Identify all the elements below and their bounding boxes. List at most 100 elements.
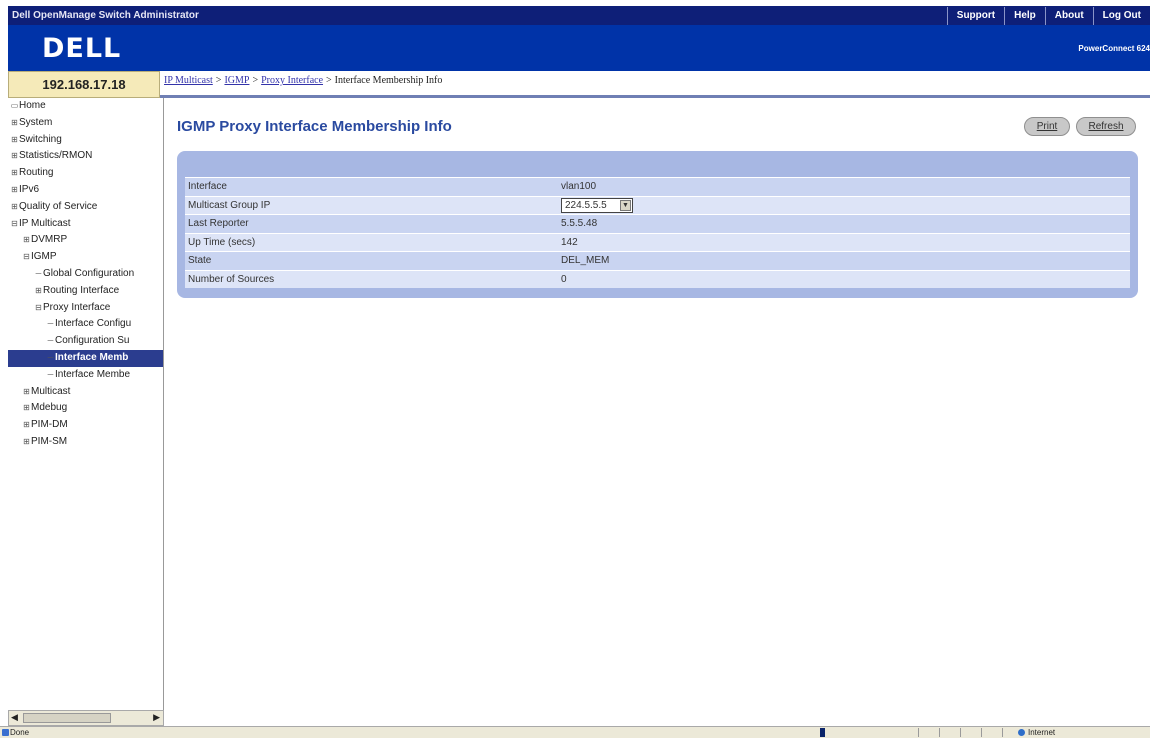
sidebar-item-label: DVMRP	[31, 234, 68, 246]
table-row-up-time: Up Time (secs) 142	[185, 232, 1130, 251]
status-cells	[918, 728, 1023, 737]
interface-value: vlan100	[561, 181, 597, 192]
last-reporter-label: Last Reporter	[188, 218, 249, 229]
expand-toggle-icon[interactable]: ⊞	[10, 165, 19, 182]
navigation-tree: ▭Home ⊞System ⊞Switching ⊞Statistics/RMON ⊞R…	[8, 98, 164, 726]
sidebar-item-proxy-interface[interactable]: ⊟Proxy Interface	[8, 300, 163, 317]
expand-toggle-icon[interactable]: ⊞	[10, 148, 19, 165]
sidebar-item-global-configuration[interactable]: ─ Global Configuration	[8, 266, 163, 283]
tree-line-icon: ─	[47, 336, 54, 346]
tree-line-icon: ─	[35, 268, 42, 278]
dell-logo: DELL	[42, 33, 122, 64]
breadcrumb-igmp[interactable]: IGMP	[224, 75, 249, 86]
tree-line-icon: ─	[47, 369, 54, 379]
scroll-thumb[interactable]	[23, 713, 111, 723]
number-of-sources-value: 0	[561, 273, 567, 285]
multicast-group-ip-label: Multicast Group IP	[188, 199, 271, 211]
sidebar-horizontal-scrollbar[interactable]: ◀ ▶	[8, 710, 164, 726]
expand-toggle-icon[interactable]: ▭	[10, 98, 19, 115]
tree-line-icon: ─	[47, 352, 54, 362]
sidebar-item-mdebug[interactable]: ⊞Mdebug	[8, 400, 163, 417]
sidebar-item-statistics-rmon[interactable]: ⊞Statistics/RMON	[8, 148, 163, 165]
sidebar-item-pim-sm[interactable]: ⊞PIM-SM	[8, 434, 163, 451]
sidebar-item-label: IP Multicast	[19, 217, 71, 229]
multicast-group-ip-select-wrap: 224.5.5.5 ▼	[561, 197, 633, 216]
expand-toggle-icon[interactable]: ⊟	[22, 249, 31, 266]
expand-toggle-icon[interactable]: ⊟	[34, 300, 43, 317]
sidebar-item-igmp[interactable]: ⊟IGMP	[8, 249, 163, 266]
sidebar-item-label: Interface Membe	[55, 368, 131, 380]
table-row-state: State DEL_MEM	[185, 251, 1130, 270]
sidebar-item-label: Switching	[19, 133, 62, 145]
sidebar-item-label: PIM-DM	[31, 419, 68, 431]
dell-banner: DELL PowerConnect 624	[8, 25, 1150, 71]
interface-label: Interface	[188, 181, 227, 192]
breadcrumb-proxy-interface[interactable]: Proxy Interface	[261, 75, 323, 86]
multicast-group-ip-select[interactable]: 224.5.5.5 ▼	[561, 197, 633, 213]
sidebar-item-ip-multicast[interactable]: ⊟IP Multicast	[8, 216, 163, 233]
page-icon	[2, 729, 9, 736]
breadcrumb: IP Multicast > IGMP > Proxy Interface > Interf…	[160, 71, 1150, 98]
app-title: Dell OpenManage Switch Administrator	[12, 10, 199, 21]
expand-toggle-icon[interactable]: ⊞	[22, 417, 31, 434]
sidebar-item-interface-configu[interactable]: ─ Interface Configu	[8, 316, 163, 333]
support-link[interactable]: Support	[946, 7, 1004, 25]
sidebar-item-pim-dm[interactable]: ⊞PIM-DM	[8, 417, 163, 434]
scroll-right-icon[interactable]: ▶	[153, 712, 160, 723]
sidebar-item-system[interactable]: ⊞System	[8, 115, 163, 132]
help-link[interactable]: Help	[1004, 7, 1045, 25]
expand-toggle-icon[interactable]: ⊞	[10, 182, 19, 199]
table-row-last-reporter: Last Reporter 5.5.5.48	[185, 214, 1130, 233]
status-text: Done	[10, 728, 30, 737]
sidebar-item-label: Configuration Su	[55, 335, 130, 347]
page-title: IGMP Proxy Interface Membership Info	[177, 118, 452, 135]
sidebar-item-quality-of-service[interactable]: ⊞Quality of Service	[8, 199, 163, 216]
expand-toggle-icon[interactable]: ⊞	[22, 400, 31, 417]
sidebar-item-configuration-su[interactable]: ─ Configuration Su	[8, 333, 163, 350]
sidebar-item-label: Multicast	[31, 385, 71, 397]
expand-toggle-icon[interactable]: ⊞	[22, 384, 31, 401]
sidebar-item-label: Routing	[19, 167, 54, 179]
expand-toggle-icon[interactable]: ⊟	[10, 216, 19, 233]
table-row-number-of-sources: Number of Sources 0	[185, 269, 1130, 288]
product-name: PowerConnect 624	[1078, 44, 1150, 53]
sidebar-item-multicast[interactable]: ⊞Multicast	[8, 384, 163, 401]
logout-link[interactable]: Log Out	[1092, 7, 1150, 25]
expand-toggle-icon[interactable]: ⊞	[10, 132, 19, 149]
breadcrumb-ip-multicast[interactable]: IP Multicast	[164, 75, 213, 86]
sidebar-item-dvmrp[interactable]: ⊞DVMRP	[8, 232, 163, 249]
refresh-button[interactable]: Refresh	[1076, 117, 1136, 136]
expand-toggle-icon[interactable]: ⊞	[10, 199, 19, 216]
top-links: Support Help About Log Out	[946, 7, 1150, 25]
up-time-label: Up Time (secs)	[188, 236, 256, 248]
chevron-down-icon[interactable]: ▼	[620, 199, 631, 211]
print-button[interactable]: Print	[1024, 117, 1070, 136]
sidebar-item-label: Interface Memb	[55, 351, 129, 363]
sidebar-item-home[interactable]: ▭Home	[8, 98, 163, 115]
breadcrumb-separator: >	[215, 75, 222, 86]
breadcrumb-separator: >	[252, 75, 259, 86]
sidebar-item-routing-interface[interactable]: ⊞Routing Interface	[8, 283, 163, 300]
expand-toggle-icon[interactable]: ⊞	[22, 434, 31, 451]
sidebar-item-label: Global Configuration	[43, 267, 135, 279]
breadcrumb-separator: >	[326, 75, 332, 86]
about-link[interactable]: About	[1044, 7, 1093, 25]
sidebar-item-ipv6[interactable]: ⊞IPv6	[8, 182, 163, 199]
sidebar-item-label: Home	[19, 100, 46, 111]
sidebar-item-interface-memb[interactable]: ─ Interface Memb	[8, 349, 163, 367]
security-zone: Internet	[1028, 728, 1056, 737]
multicast-group-ip-selected: 224.5.5.5	[565, 199, 607, 211]
expand-toggle-icon[interactable]: ⊞	[10, 115, 19, 132]
scroll-left-icon[interactable]: ◀	[11, 712, 18, 723]
sidebar-item-switching[interactable]: ⊞Switching	[8, 132, 163, 149]
sidebar-item-routing[interactable]: ⊞Routing	[8, 165, 163, 182]
up-time-value: 142	[561, 236, 578, 248]
sidebar-item-label: Statistics/RMON	[19, 150, 93, 162]
membership-info-panel: Interface vlan100 Multicast Group IP 224…	[177, 151, 1138, 298]
expand-toggle-icon[interactable]: ⊞	[34, 283, 43, 300]
globe-icon	[1018, 729, 1025, 736]
expand-toggle-icon[interactable]: ⊞	[22, 232, 31, 249]
tree-line-icon: ─	[47, 319, 54, 329]
sidebar-item-interface-membe[interactable]: ─ Interface Membe	[8, 367, 163, 384]
sidebar-item-label: IPv6	[19, 183, 40, 195]
